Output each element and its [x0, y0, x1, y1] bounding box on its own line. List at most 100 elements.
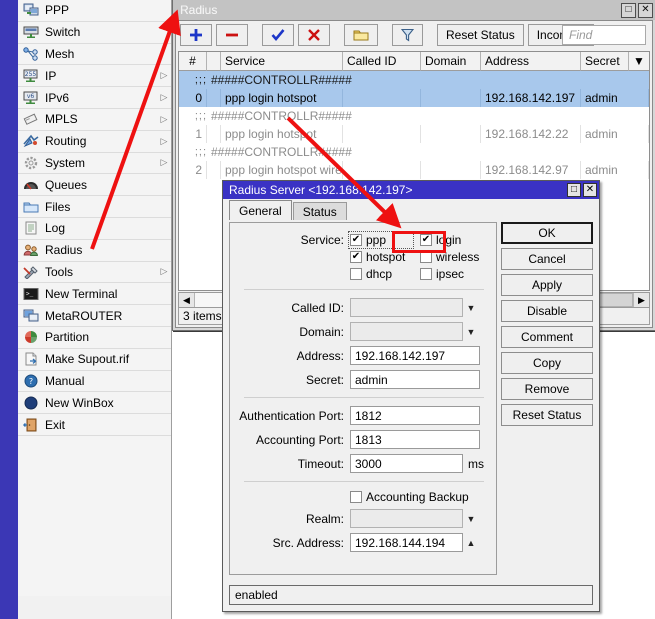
tab-general[interactable]: General [229, 200, 292, 220]
called-id-label: Called ID: [230, 301, 350, 315]
tab-status[interactable]: Status [293, 202, 347, 220]
sidebar-item-routing[interactable]: Routing ▷ [18, 131, 171, 153]
sidebar-item-label: Make Supout.rif [45, 352, 157, 366]
close-icon[interactable]: ✕ [638, 3, 653, 18]
cell-domain [421, 89, 481, 107]
column-header-called-id[interactable]: Called ID [343, 52, 421, 71]
chevron-down-icon[interactable]: ▼ [463, 327, 479, 337]
field-src-address-row: Src. Address: 192.168.144.194 ▲ [230, 533, 496, 552]
sidebar-item-radius[interactable]: Radius [18, 240, 171, 262]
realm-label: Realm: [230, 512, 350, 526]
maximize-icon[interactable]: □ [567, 183, 581, 197]
sidebar-item-ppp[interactable]: PPP [18, 0, 171, 22]
checkbox-ipsec[interactable]: ipsec [420, 267, 464, 281]
table-comment-row[interactable]: ;;; #####CONTROLLR##### [179, 143, 649, 161]
disable-button[interactable]: Disable [501, 300, 593, 322]
comment-button[interactable]: Comment [501, 326, 593, 348]
called-id-input[interactable] [350, 298, 463, 317]
sidebar-item-partition[interactable]: Partition [18, 327, 171, 349]
table-comment-row[interactable]: ;;; #####CONTROLLR##### [179, 71, 649, 89]
sidebar-item-files[interactable]: Files [18, 196, 171, 218]
radius-window-titlebar[interactable]: Radius □ ✕ [173, 0, 655, 20]
cell-flags [207, 125, 221, 143]
comment-flag: ;;; [179, 146, 211, 158]
sidebar-item-new-winbox[interactable]: New WinBox [18, 392, 171, 414]
checkbox-hotspot[interactable]: ✔ hotspot [350, 250, 412, 264]
sidebar-item-ip[interactable]: 255 IP ▷ [18, 65, 171, 87]
src-address-input[interactable]: 192.168.144.194 [350, 533, 463, 552]
sidebar-item-mesh[interactable]: Mesh [18, 44, 171, 66]
cancel-button[interactable]: Cancel [501, 248, 593, 270]
dialog-titlebar[interactable]: Radius Server <192.168.142.197> □ ✕ [223, 181, 599, 199]
authentication-port-input[interactable]: 1812 [350, 406, 480, 425]
sidebar-item-make-supout[interactable]: Make Supout.rif [18, 349, 171, 371]
sidebar-item-mpls[interactable]: MPLS ▷ [18, 109, 171, 131]
enable-button[interactable] [262, 24, 294, 46]
table-row[interactable]: 0 ppp login hotspot 192.168.142.197 admi… [179, 89, 649, 107]
column-header-domain[interactable]: Domain [421, 52, 481, 71]
checkbox-accounting-backup[interactable]: Accounting Backup [350, 490, 469, 504]
checkbox-wireless[interactable]: wireless [420, 250, 479, 264]
service-checkbox-group: Service: ✔ ppp ✔ login ✔ hotspot [230, 233, 496, 281]
address-input[interactable]: 192.168.142.197 [350, 346, 480, 365]
checkbox-login[interactable]: ✔ login [420, 233, 461, 247]
sidebar-item-ipv6[interactable]: v6 IPv6 ▷ [18, 87, 171, 109]
service-row-1: Service: ✔ ppp ✔ login [230, 233, 496, 247]
table-comment-row[interactable]: ;;; #####CONTROLLR##### [179, 107, 649, 125]
sidebar-item-label: New WinBox [45, 396, 157, 410]
reset-status-button[interactable]: Reset Status [437, 24, 524, 46]
sidebar-item-metarouter[interactable]: MetaROUTER [18, 305, 171, 327]
remove-button[interactable] [216, 24, 248, 46]
checkbox-dhcp-label: dhcp [366, 267, 392, 281]
comment-icon[interactable] [344, 24, 378, 46]
search-input[interactable]: Find [562, 25, 646, 45]
timeout-input[interactable]: 3000 [350, 454, 463, 473]
column-header-secret[interactable]: Secret [581, 52, 629, 71]
filter-icon[interactable] [392, 24, 423, 46]
realm-input[interactable] [350, 509, 463, 528]
column-header-address[interactable]: Address [481, 52, 581, 71]
maximize-icon[interactable]: □ [621, 3, 636, 18]
svg-text:v6: v6 [27, 93, 35, 100]
chevron-right-icon: ▷ [157, 158, 171, 167]
exit-icon [22, 417, 40, 433]
scroll-left-icon[interactable]: ◀ [179, 293, 195, 307]
add-button[interactable] [180, 24, 212, 46]
remove-button[interactable]: Remove [501, 378, 593, 400]
close-icon[interactable]: ✕ [583, 183, 597, 197]
column-header-index[interactable]: # [179, 52, 207, 71]
timeout-label: Timeout: [230, 457, 350, 471]
checkbox-ppp[interactable]: ✔ ppp [350, 233, 412, 247]
domain-input[interactable] [350, 322, 463, 341]
reset-status-button[interactable]: Reset Status [501, 404, 593, 426]
ok-button[interactable]: OK [501, 222, 593, 244]
svg-text:255: 255 [25, 71, 37, 78]
chevron-down-icon[interactable]: ▼ [629, 52, 649, 71]
chevron-down-icon[interactable]: ▼ [463, 303, 479, 313]
sidebar-item-new-terminal[interactable]: >_ New Terminal [18, 283, 171, 305]
accounting-port-input[interactable]: 1813 [350, 430, 480, 449]
checkbox-dhcp[interactable]: dhcp [350, 267, 412, 281]
apply-button[interactable]: Apply [501, 274, 593, 296]
disable-button[interactable] [298, 24, 330, 46]
secret-input[interactable]: admin [350, 370, 480, 389]
sidebar-item-manual[interactable]: ? Manual [18, 371, 171, 393]
column-header-service[interactable]: Service [221, 52, 343, 71]
sidebar-item-log[interactable]: Log [18, 218, 171, 240]
column-header-flags[interactable] [207, 52, 221, 71]
sidebar-empty-space [18, 436, 171, 596]
chevron-down-icon[interactable]: ▼ [463, 514, 479, 524]
scroll-right-icon[interactable]: ▶ [633, 293, 649, 307]
sidebar-item-switch[interactable]: Switch [18, 22, 171, 44]
checkbox-login-box: ✔ [420, 234, 432, 246]
sidebar-item-queues[interactable]: Queues [18, 174, 171, 196]
table-row[interactable]: 2 ppp login hotspot wirel... 192.168.142… [179, 161, 649, 179]
copy-button[interactable]: Copy [501, 352, 593, 374]
sidebar-item-system[interactable]: System ▷ [18, 153, 171, 175]
table-row[interactable]: 1 ppp login hotspot 192.168.142.22 admin [179, 125, 649, 143]
sidebar-item-exit[interactable]: Exit [18, 414, 171, 436]
chevron-up-icon[interactable]: ▲ [463, 538, 479, 548]
checkbox-accounting-backup-label: Accounting Backup [366, 490, 469, 504]
sidebar-item-tools[interactable]: Tools ▷ [18, 262, 171, 284]
field-called-id-row: Called ID: ▼ [230, 298, 496, 317]
